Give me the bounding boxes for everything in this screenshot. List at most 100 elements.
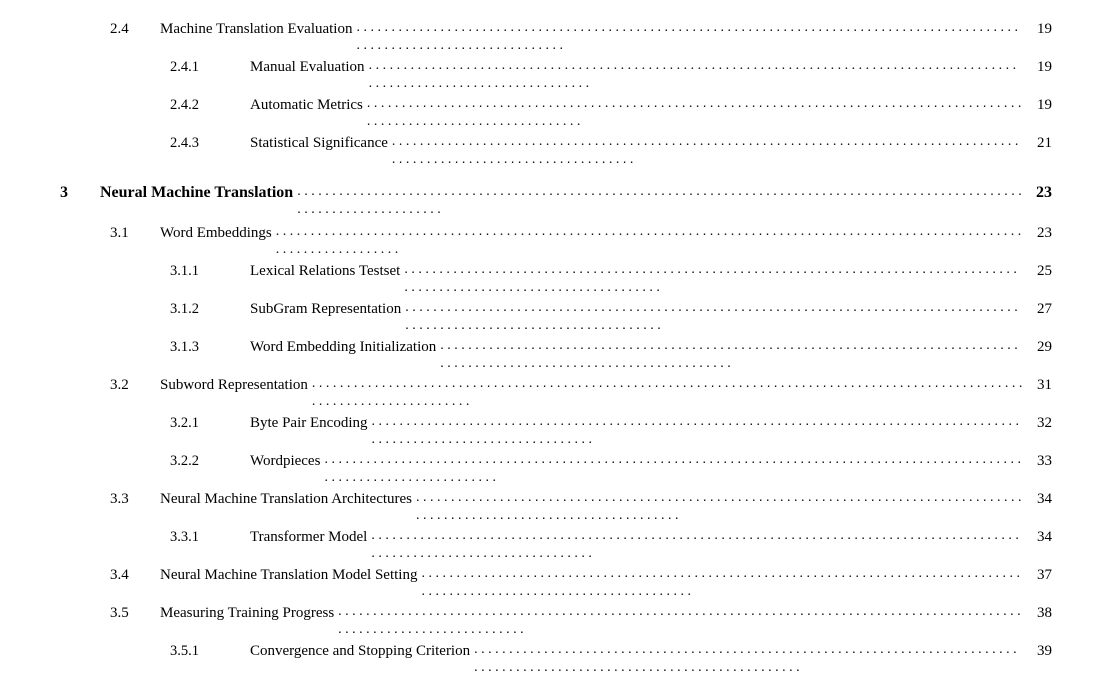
toc-entry-2-4-1: 2.4.1 Manual Evaluation 19	[60, 58, 1052, 94]
subsection-number-3-3-1: 3.3.1	[170, 529, 250, 546]
entry-title-3-5: Measuring Training Progress	[160, 605, 334, 622]
entry-left: 2.4.2 Automatic Metrics	[60, 97, 363, 114]
page-number-3-1-3: 29	[1027, 339, 1052, 356]
entry-left: 3.5.1 Convergence and Stopping Criterion	[60, 643, 470, 660]
toc-entry-3-2-2: 3.2.2 Wordpieces 33	[60, 452, 1052, 488]
entry-title-3-1: Word Embeddings	[160, 225, 272, 242]
entry-title-3-2: Subword Representation	[160, 377, 308, 394]
dots-3-1-3	[440, 336, 1023, 372]
entry-title-3-4: Neural Machine Translation Model Setting	[160, 567, 417, 584]
toc-entry-3-1-3: 3.1.3 Word Embedding Initialization 29	[60, 338, 1052, 374]
page-number-3-5: 38	[1027, 605, 1052, 622]
entry-title-3-1-1: Lexical Relations Testset	[250, 263, 400, 280]
page-number-3-2-2: 33	[1027, 453, 1052, 470]
page-number-3-1-1: 25	[1027, 263, 1052, 280]
page-number-2-4-3: 21	[1027, 135, 1052, 152]
page-number-2-4-1: 19	[1027, 59, 1052, 76]
page-number-3-3-1: 34	[1027, 529, 1052, 546]
entry-title-3-3-1: Transformer Model	[250, 529, 367, 546]
dots-3-5-1	[474, 640, 1023, 676]
subsection-number-3-1-1: 3.1.1	[170, 263, 250, 280]
entry-left: 3.1.2 SubGram Representation	[60, 301, 401, 318]
dots-3-2	[312, 374, 1023, 410]
subsection-number-2-4-3: 2.4.3	[170, 135, 250, 152]
toc-entry-2-4-3: 2.4.3 Statistical Significance 21	[60, 134, 1052, 170]
subsection-number-3-1-2: 3.1.2	[170, 301, 250, 318]
dots-2-4-2	[367, 94, 1023, 130]
entry-left: 2.4.1 Manual Evaluation	[60, 59, 365, 76]
entry-left: 3.2.2 Wordpieces	[60, 453, 320, 470]
dots-2-4	[356, 18, 1023, 54]
dots-3-1-1	[404, 260, 1023, 296]
dots-2-4-3	[392, 132, 1023, 168]
entry-left: 3.1.3 Word Embedding Initialization	[60, 339, 436, 356]
toc-entry-3-1-2: 3.1.2 SubGram Representation 27	[60, 300, 1052, 336]
dots-2-4-1	[369, 56, 1023, 92]
entry-title-chapter-3: Neural Machine Translation	[100, 184, 293, 202]
subsection-number-2-4-1: 2.4.1	[170, 59, 250, 76]
section-number-3-5: 3.5	[110, 605, 160, 622]
entry-left: 3 Neural Machine Translation	[60, 184, 293, 202]
page-number-chapter-3: 23	[1027, 184, 1052, 202]
subsection-number-3-1-3: 3.1.3	[170, 339, 250, 356]
section-number-3-4: 3.4	[110, 567, 160, 584]
entry-left: 3.1 Word Embeddings	[60, 225, 272, 242]
toc-entry-3-4: 3.4 Neural Machine Translation Model Set…	[60, 566, 1052, 602]
page-number-3-2: 31	[1027, 377, 1052, 394]
section-number-3-2: 3.2	[110, 377, 160, 394]
entry-title-3-1-2: SubGram Representation	[250, 301, 401, 318]
toc-entry-3-5-1: 3.5.1 Convergence and Stopping Criterion…	[60, 642, 1052, 678]
section-number-3-3: 3.3	[110, 491, 160, 508]
toc-container: 2.4 Machine Translation Evaluation 19 2.…	[60, 20, 1052, 648]
entry-title-2-4-3: Statistical Significance	[250, 135, 388, 152]
page-number-2-4-2: 19	[1027, 97, 1052, 114]
entry-title-2-4-1: Manual Evaluation	[250, 59, 365, 76]
toc-entry-3-1-1: 3.1.1 Lexical Relations Testset 25	[60, 262, 1052, 298]
entry-title-3-3: Neural Machine Translation Architectures	[160, 491, 412, 508]
entry-left: 3.4 Neural Machine Translation Model Set…	[60, 567, 417, 584]
dots-3-2-2	[324, 450, 1023, 486]
entry-title-3-5-1: Convergence and Stopping Criterion	[250, 643, 470, 660]
page-number-3-2-1: 32	[1027, 415, 1052, 432]
subsection-number-2-4-2: 2.4.2	[170, 97, 250, 114]
entry-title-2-4-2: Automatic Metrics	[250, 97, 363, 114]
dots-3-3-1	[371, 526, 1023, 562]
entry-left: 3.3.1 Transformer Model	[60, 529, 367, 546]
entry-left: 2.4.3 Statistical Significance	[60, 135, 388, 152]
dots-3-3	[416, 488, 1023, 524]
subsection-number-3-2-1: 3.2.1	[170, 415, 250, 432]
chapter-number-3: 3	[60, 184, 100, 202]
entry-left: 3.2 Subword Representation	[60, 377, 308, 394]
section-number-2-4: 2.4	[110, 21, 160, 38]
dots-chapter-3	[297, 182, 1023, 218]
toc-entry-2-4: 2.4 Machine Translation Evaluation 19	[60, 20, 1052, 56]
entry-title-3-2-1: Byte Pair Encoding	[250, 415, 367, 432]
toc-entry-3-5: 3.5 Measuring Training Progress 38	[60, 604, 1052, 640]
entry-title-3-2-2: Wordpieces	[250, 453, 320, 470]
toc-entry-3-3: 3.3 Neural Machine Translation Architect…	[60, 490, 1052, 526]
entry-left: 3.1.1 Lexical Relations Testset	[60, 263, 400, 280]
page-number-3-3: 34	[1027, 491, 1052, 508]
dots-3-5	[338, 602, 1023, 638]
entry-left: 3.5 Measuring Training Progress	[60, 605, 334, 622]
entry-title-3-1-3: Word Embedding Initialization	[250, 339, 436, 356]
page-number-2-4: 19	[1027, 21, 1052, 38]
section-number-3-1: 3.1	[110, 225, 160, 242]
page-number-3-5-1: 39	[1027, 643, 1052, 660]
toc-entry-2-4-2: 2.4.2 Automatic Metrics 19	[60, 96, 1052, 132]
toc-entry-3-2: 3.2 Subword Representation 31	[60, 376, 1052, 412]
toc-entry-chapter-3: 3 Neural Machine Translation 23	[60, 184, 1052, 220]
entry-title-2-4: Machine Translation Evaluation	[160, 21, 352, 38]
page-number-3-4: 37	[1027, 567, 1052, 584]
entry-left: 2.4 Machine Translation Evaluation	[60, 21, 352, 38]
subsection-number-3-2-2: 3.2.2	[170, 453, 250, 470]
dots-3-2-1	[371, 412, 1023, 448]
dots-3-4	[421, 564, 1023, 600]
toc-entry-3-2-1: 3.2.1 Byte Pair Encoding 32	[60, 414, 1052, 450]
toc-entry-3-3-1: 3.3.1 Transformer Model 34	[60, 528, 1052, 564]
page-number-3-1: 23	[1027, 225, 1052, 242]
dots-3-1	[276, 222, 1023, 258]
page-number-3-1-2: 27	[1027, 301, 1052, 318]
toc-entry-3-1: 3.1 Word Embeddings 23	[60, 224, 1052, 260]
subsection-number-3-5-1: 3.5.1	[170, 643, 250, 660]
